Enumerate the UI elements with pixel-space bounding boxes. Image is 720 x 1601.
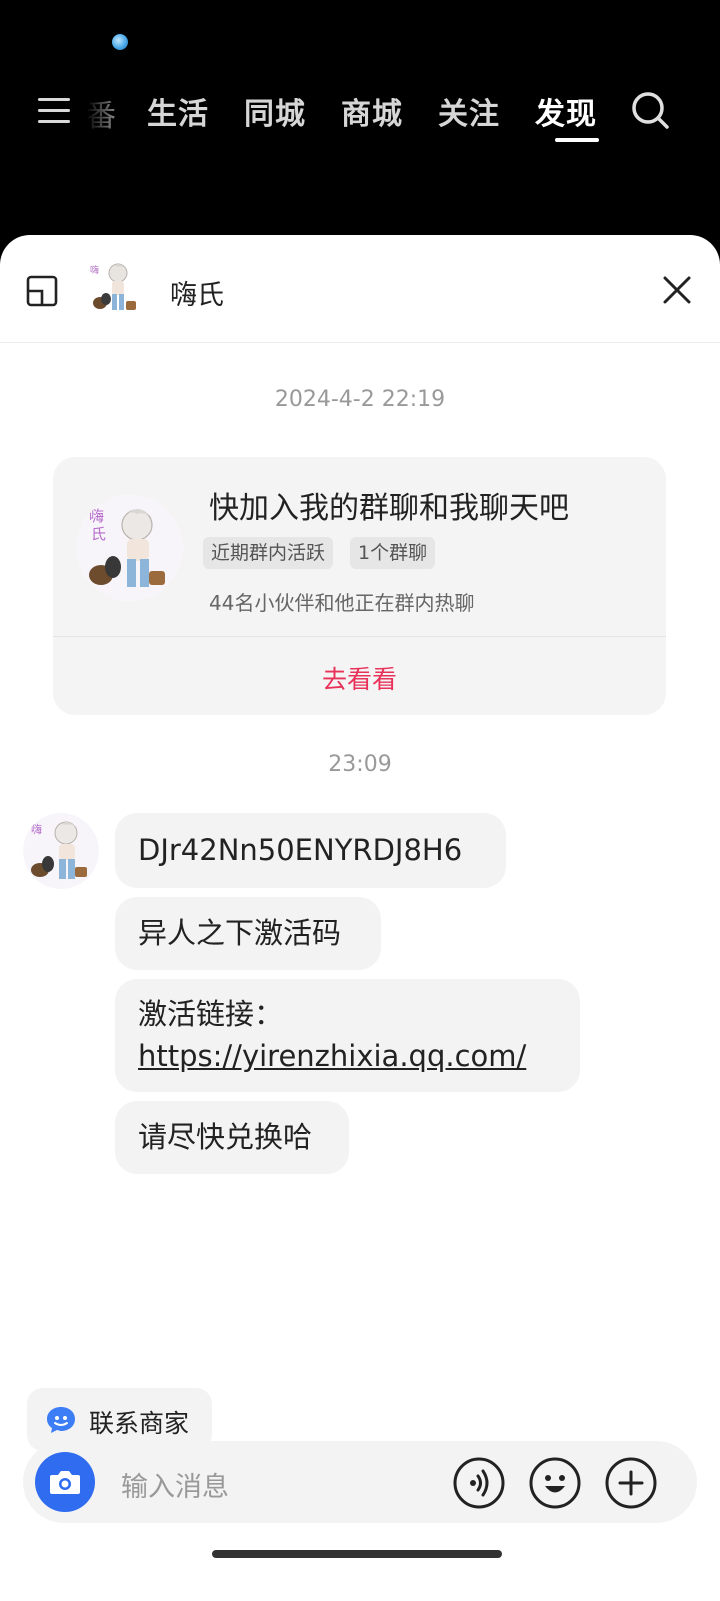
svg-text:氏: 氏: [91, 525, 106, 543]
group-avatar: 嗨 氏: [77, 495, 183, 601]
nav-item-life[interactable]: 生活: [147, 89, 209, 133]
group-tag-active: 近期群内活跃: [203, 537, 334, 569]
go-see-button[interactable]: 去看看: [53, 660, 666, 696]
message-text: 激活链接：: [138, 997, 284, 1031]
message-input-bar: 输入消息: [23, 1441, 697, 1523]
nav-active-indicator: [555, 138, 599, 142]
contact-name: 嗨氏: [170, 280, 224, 311]
contact-avatar[interactable]: 嗨: [86, 259, 146, 319]
search-icon[interactable]: [630, 90, 670, 130]
contact-merchant-label: 联系商家: [89, 1409, 190, 1438]
message-bubble[interactable]: 激活链接： https://yirenzhixia.qq.com/: [115, 979, 580, 1092]
plus-icon[interactable]: [605, 1457, 657, 1509]
restore-window-icon[interactable]: [26, 275, 58, 307]
camera-button[interactable]: [35, 1452, 95, 1512]
message-bubble[interactable]: 请尽快兑换哈: [115, 1101, 349, 1174]
emoji-icon[interactable]: [529, 1457, 581, 1509]
message-bubble[interactable]: DJr42Nn50ENYRDJ8H6: [115, 813, 506, 888]
close-icon[interactable]: [662, 275, 692, 305]
card-divider: [53, 636, 666, 637]
group-card-subtitle: 44名小伙伴和他正在群内热聊: [209, 591, 475, 615]
nav-item-mall[interactable]: 商城: [341, 89, 403, 133]
chat-bubble-icon: [47, 1407, 75, 1433]
activation-link[interactable]: https://yirenzhixia.qq.com/: [138, 1035, 557, 1077]
svg-text:嗨: 嗨: [89, 507, 104, 525]
menu-icon[interactable]: [38, 96, 72, 126]
home-indicator[interactable]: [212, 1550, 502, 1558]
top-header: 番 生活 同城 商城 关注 发现: [0, 0, 720, 250]
sender-avatar[interactable]: 嗨: [23, 813, 99, 889]
nav-item-local[interactable]: 同城: [244, 89, 306, 133]
status-notification-icon: [112, 34, 128, 50]
group-chat-card[interactable]: 嗨 氏 快加入我的群聊和我聊天吧 近期群内活跃 1个群聊 44名小伙伴和他正在群…: [53, 457, 666, 715]
nav-item-discover[interactable]: 发现: [535, 89, 597, 133]
svg-text:嗨: 嗨: [90, 264, 99, 276]
message-bubble[interactable]: 异人之下激活码: [115, 897, 381, 970]
svg-text:嗨: 嗨: [31, 822, 42, 836]
group-card-title: 快加入我的群聊和我聊天吧: [209, 491, 569, 526]
nav-item-partial[interactable]: 番: [86, 91, 116, 135]
top-navigation: 番 生活 同城 商城 关注 发现: [0, 84, 720, 144]
camera-icon: [50, 1471, 80, 1494]
voice-icon[interactable]: [453, 1457, 505, 1509]
group-tag-count: 1个群聊: [350, 537, 436, 569]
timestamp: 23:09: [328, 752, 392, 777]
message-input[interactable]: 输入消息: [121, 1465, 229, 1504]
chat-sheet: 嗨 嗨氏 2024-4-2 22:19 嗨 氏 快加入我的群聊和我聊天吧 近期群…: [0, 235, 720, 1601]
timestamp: 2024-4-2 22:19: [274, 387, 446, 412]
nav-item-follow[interactable]: 关注: [438, 89, 500, 133]
chat-header: 嗨 嗨氏: [0, 235, 720, 343]
